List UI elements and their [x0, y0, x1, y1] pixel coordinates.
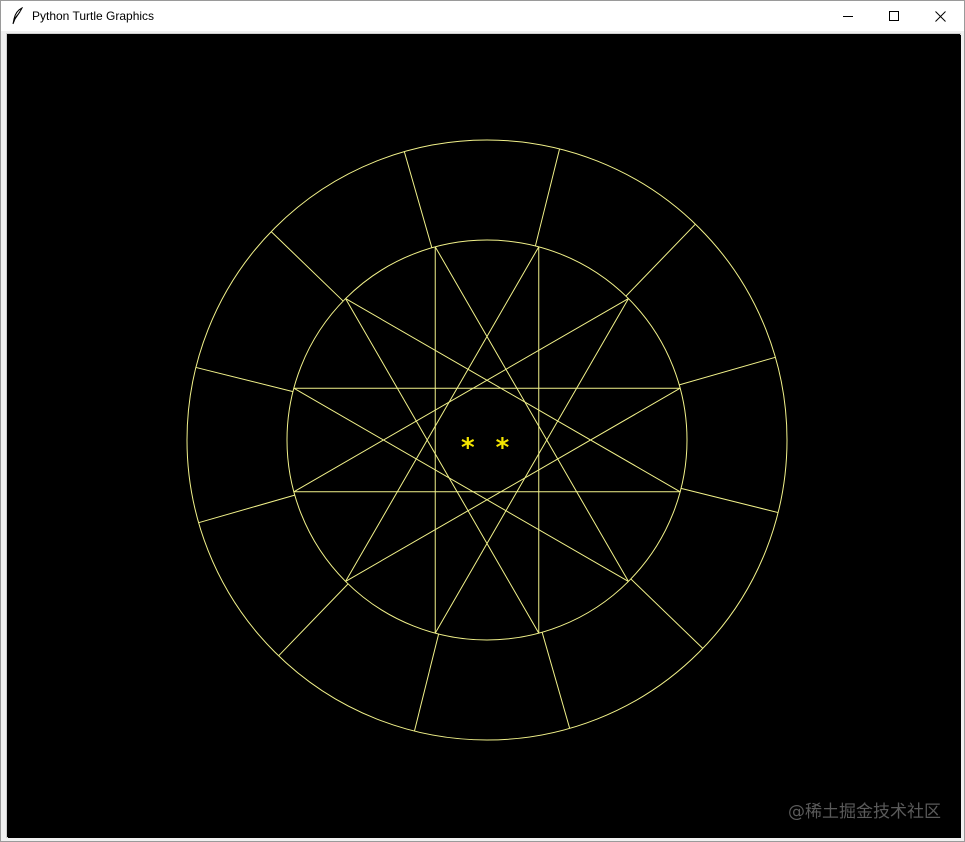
radial-spoke [680, 487, 779, 514]
radial-spoke [403, 151, 433, 248]
turtle-canvas[interactable]: * * @稀土掘金技术社区 [8, 35, 961, 838]
star-line [345, 387, 681, 582]
radial-spoke [413, 633, 440, 732]
radial-spoke [198, 494, 295, 524]
radial-spoke [270, 231, 344, 302]
star-line [345, 246, 540, 582]
radial-spoke [534, 148, 561, 247]
maximize-button[interactable] [871, 1, 917, 31]
radial-spoke [541, 632, 571, 729]
star-line [434, 246, 629, 582]
minimize-button[interactable] [825, 1, 871, 31]
star-line [434, 298, 629, 634]
maximize-icon [889, 11, 899, 21]
canvas-frame: * * @稀土掘金技术社区 [6, 33, 961, 838]
feather-icon [12, 7, 24, 25]
close-button[interactable] [917, 1, 963, 31]
radial-spoke [195, 366, 294, 393]
close-icon [934, 10, 946, 22]
radial-spoke [630, 578, 704, 649]
star-line [293, 387, 629, 582]
minimize-icon [843, 16, 853, 17]
star-line [345, 298, 540, 634]
radial-spoke [625, 223, 696, 297]
window-title: Python Turtle Graphics [32, 9, 155, 23]
turtle-window: Python Turtle Graphics * * @稀土掘金技术社区 [0, 0, 965, 842]
radial-spoke [679, 356, 776, 386]
radial-spoke [278, 583, 349, 657]
center-text: * * [461, 433, 516, 463]
watermark: @稀土掘金技术社区 [788, 802, 941, 822]
title-bar[interactable]: Python Turtle Graphics [1, 1, 964, 31]
